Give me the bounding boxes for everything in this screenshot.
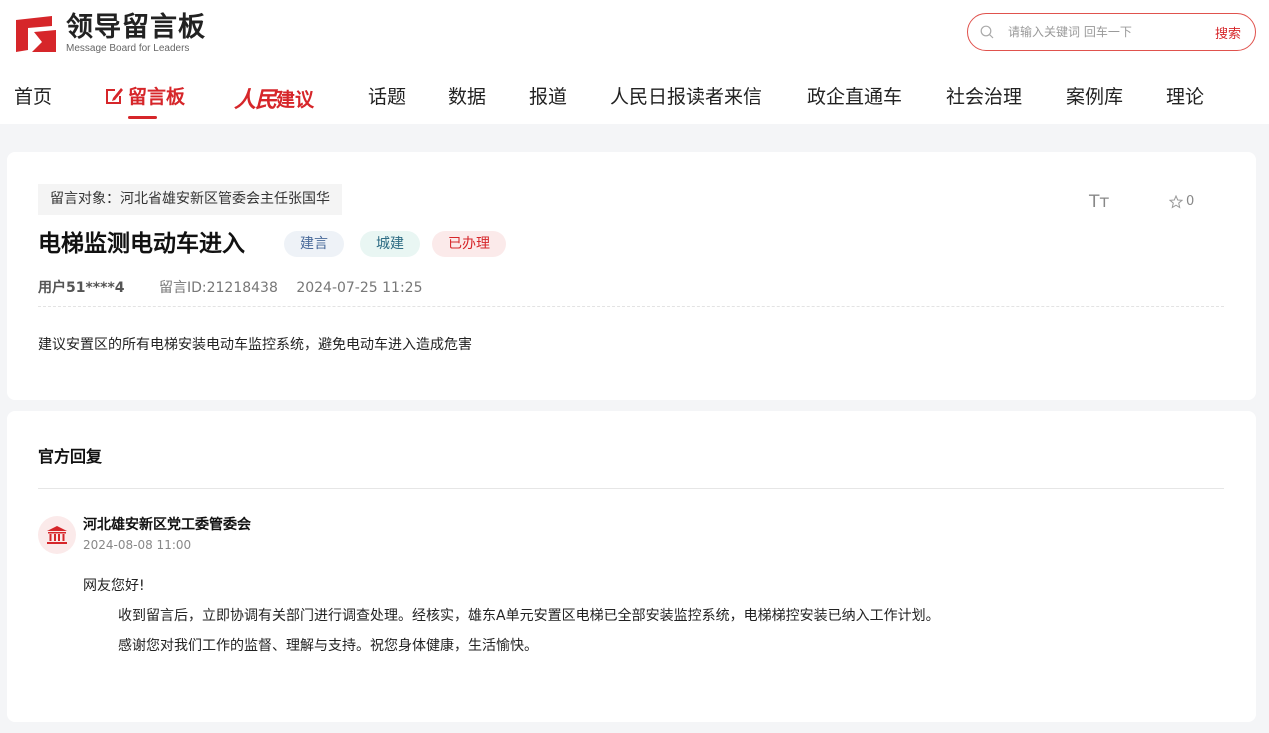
reply-org-name: 河北雄安新区党工委管委会 (83, 517, 251, 533)
site-header: 领导留言板 Message Board for Leaders 搜索 首页 留言… (0, 0, 1269, 124)
search-icon (980, 25, 994, 39)
nav-reports[interactable]: 报道 (529, 82, 567, 109)
nav-message-board-label: 留言板 (128, 86, 186, 108)
reply-greeting: 网友您好! (83, 578, 145, 594)
brand-logo[interactable]: 领导留言板 Message Board for Leaders (14, 12, 206, 56)
nav-suggestion-label: 建议 (276, 88, 315, 111)
message-id: 留言ID:21218438 (158, 280, 278, 296)
nav-enterprise-express[interactable]: 政企直通车 (807, 82, 902, 109)
search-button[interactable]: 搜索 (1215, 23, 1241, 42)
nav-active-indicator (128, 116, 157, 119)
logo-text: 领导留言板 Message Board for Leaders (66, 13, 206, 55)
message-datetime: 2024-07-25 11:25 (296, 280, 423, 296)
nav-social-governance[interactable]: 社会治理 (946, 82, 1022, 109)
reply-paragraph: 感谢您对我们工作的监督、理解与支持。祝您身体健康，生活愉快。 (118, 638, 538, 654)
nav-topics[interactable]: 话题 (368, 82, 406, 109)
message-target: 留言对象：河北省雄安新区管委会主任张国华 (38, 184, 342, 215)
message-body: 建议安置区的所有电梯安装电动车监控系统，避免电动车进入造成危害 (38, 337, 472, 353)
brand-subtitle: Message Board for Leaders (66, 43, 190, 54)
favorite-button[interactable]: 0 (1169, 194, 1194, 209)
reply-card: 官方回复 河北雄安新区党工委管委会 2024-08-08 11:00 网友您好!… (7, 411, 1256, 722)
nav-reader-letters[interactable]: 人民日报读者来信 (610, 82, 762, 109)
avatar (38, 516, 76, 554)
status-badge: 已办理 (432, 231, 506, 257)
main-nav: 首页 留言板 人民 建议 话题 数据 报道 人民日报读者来信 政企直通车 社会治… (0, 72, 1269, 124)
message-user: 用户51****4 (38, 280, 125, 296)
edit-icon (106, 87, 123, 104)
message-title: 电梯监测电动车进入 (38, 231, 245, 257)
favorite-count: 0 (1186, 194, 1195, 209)
nav-message-board[interactable]: 留言板 (104, 82, 185, 109)
tag-suggestion[interactable]: 建言 (284, 231, 344, 257)
reply-datetime: 2024-08-08 11:00 (83, 538, 192, 552)
tag-urban-construction[interactable]: 城建 (360, 231, 420, 257)
search-input[interactable] (1008, 22, 1188, 42)
search-box: 搜索 (967, 13, 1256, 51)
brand-title: 领导留言板 (66, 12, 206, 43)
message-card: 留言对象：河北省雄安新区管委会主任张国华 电梯监测电动车进入 建言 城建 已办理… (7, 152, 1256, 400)
divider (38, 488, 1224, 489)
logo-mark-icon (16, 16, 56, 52)
nav-people-suggestion[interactable]: 人民 建议 (234, 82, 314, 114)
message-meta: 用户51****4 留言ID:21218438 2024-07-25 11:25 (38, 277, 422, 297)
font-size-icon[interactable]: Tт (1089, 192, 1109, 212)
nav-home[interactable]: 首页 (14, 82, 52, 109)
nav-case-library[interactable]: 案例库 (1066, 82, 1123, 109)
star-icon (1169, 194, 1183, 209)
nav-data[interactable]: 数据 (448, 82, 486, 109)
nav-theory[interactable]: 理论 (1166, 82, 1204, 109)
nav-people-script: 人民 (234, 87, 277, 113)
divider (38, 306, 1224, 307)
reply-paragraph: 收到留言后，立即协调有关部门进行调查处理。经核实，雄东A单元安置区电梯已全部安装… (118, 608, 940, 624)
government-building-icon (47, 526, 67, 544)
reply-heading: 官方回复 (38, 447, 103, 466)
